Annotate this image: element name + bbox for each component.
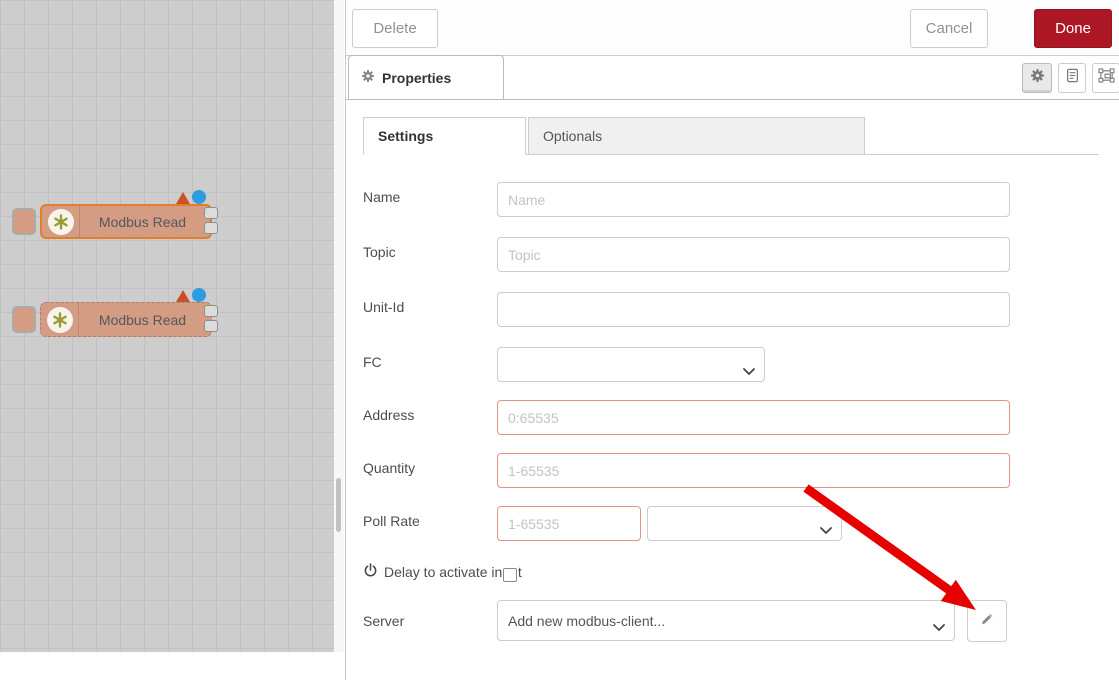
chevron-down-icon: [933, 618, 945, 634]
gear-icon: [361, 69, 375, 86]
node-changed-dot-icon: [192, 190, 206, 204]
server-edit-button[interactable]: [967, 600, 1007, 642]
poll-rate-label: Poll Rate: [363, 513, 420, 529]
chevron-down-icon: [820, 521, 832, 537]
properties-tab-label: Properties: [382, 70, 451, 86]
tab-settings[interactable]: Settings: [363, 117, 526, 155]
topic-label: Topic: [363, 244, 396, 260]
description-view-button[interactable]: [1058, 63, 1086, 93]
node-icon-box: [41, 303, 79, 336]
server-select[interactable]: Add new modbus-client...: [497, 600, 955, 641]
node-changed-dot-icon: [192, 288, 206, 302]
appearance-view-button[interactable]: [1092, 63, 1119, 93]
delay-label: Delay to activate input: [384, 564, 522, 580]
poll-rate-input[interactable]: [497, 506, 641, 541]
node-label: Modbus Read: [79, 206, 206, 237]
output-port-1[interactable]: [204, 305, 218, 317]
unit-id-label: Unit-Id: [363, 299, 404, 315]
settings-tab-label: Settings: [378, 128, 433, 144]
name-label: Name: [363, 189, 400, 205]
server-selected-value: Add new modbus-client...: [508, 613, 665, 629]
tray-toolbar: Properties: [346, 55, 1119, 100]
node-error-triangle-icon: [176, 192, 190, 204]
quantity-label: Quantity: [363, 460, 415, 476]
node-error-triangle-icon: [176, 290, 190, 302]
fc-label: FC: [363, 354, 382, 370]
modbus-read-node[interactable]: Modbus Read: [40, 204, 212, 239]
scrollbar-thumb[interactable]: [336, 478, 341, 532]
node-button[interactable]: [12, 208, 36, 235]
gear-icon: [1030, 68, 1045, 88]
selection-frame-icon: [1098, 68, 1115, 88]
tab-properties[interactable]: Properties: [348, 55, 504, 99]
optionals-tab-label: Optionals: [543, 128, 602, 144]
pencil-icon: [979, 611, 995, 632]
topic-input[interactable]: [497, 237, 1010, 272]
properties-view-button[interactable]: [1022, 63, 1052, 93]
quantity-input[interactable]: [497, 453, 1010, 488]
output-port-1[interactable]: [204, 207, 218, 219]
address-input[interactable]: [497, 400, 1010, 435]
address-label: Address: [363, 407, 414, 423]
tab-optionals[interactable]: Optionals: [528, 117, 865, 155]
modbus-asterisk-icon: [47, 307, 73, 333]
power-icon: [363, 563, 378, 581]
node-red-editor: Modbus Read Modbus Read: [0, 0, 1119, 680]
poll-rate-unit-select[interactable]: [647, 506, 842, 541]
node-icon-box: [42, 206, 80, 237]
node-label: Modbus Read: [78, 303, 207, 336]
cancel-button[interactable]: Cancel: [910, 9, 988, 48]
delay-row: Delay to activate input: [363, 563, 522, 581]
node-button[interactable]: [12, 306, 36, 333]
chevron-down-icon: [743, 362, 755, 378]
server-label: Server: [363, 613, 404, 629]
output-port-2[interactable]: [204, 320, 218, 332]
document-icon: [1065, 68, 1080, 88]
modbus-asterisk-icon: [48, 209, 74, 235]
output-port-2[interactable]: [204, 222, 218, 234]
flow-canvas[interactable]: Modbus Read Modbus Read: [0, 0, 334, 652]
delete-button[interactable]: Delete: [352, 9, 438, 48]
delay-checkbox[interactable]: [503, 568, 517, 582]
done-button[interactable]: Done: [1034, 9, 1112, 48]
tray-scrollbar[interactable]: [334, 0, 344, 652]
tray-header: Delete Cancel Done: [346, 0, 1119, 56]
fc-select[interactable]: [497, 347, 765, 382]
modbus-read-node[interactable]: Modbus Read: [40, 302, 212, 337]
name-input[interactable]: [497, 182, 1010, 217]
unit-id-input[interactable]: [497, 292, 1010, 327]
edit-tray: Delete Cancel Done: [345, 0, 1119, 680]
